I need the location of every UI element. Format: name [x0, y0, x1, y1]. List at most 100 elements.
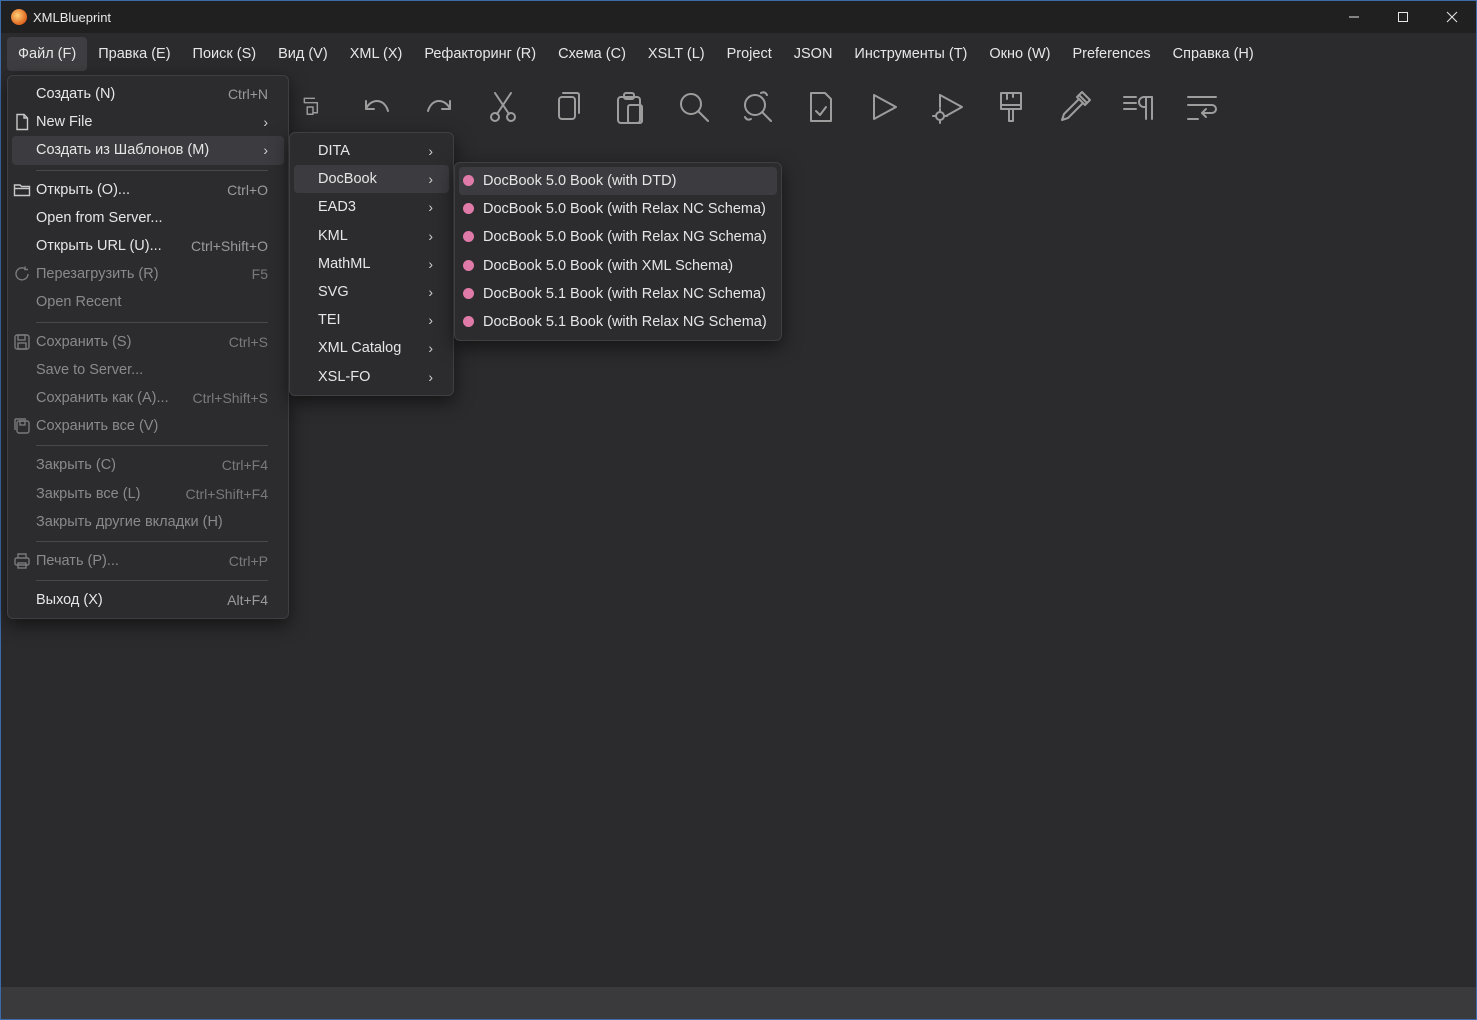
chevron-right-icon: ›: [428, 227, 433, 244]
wrap-icon[interactable]: [1170, 79, 1234, 135]
menu-item-label: Сохранить как (A)...: [36, 389, 169, 406]
chevron-right-icon: ›: [428, 284, 433, 301]
shortcut-label: Ctrl+F4: [221, 457, 268, 474]
run-icon[interactable]: [853, 79, 917, 135]
redo-icon[interactable]: [408, 79, 472, 135]
shortcut-label: Ctrl+S: [228, 333, 268, 350]
paste-icon[interactable]: [599, 79, 663, 135]
menu-item-label: DocBook: [318, 171, 377, 188]
docbook-template-item-3[interactable]: DocBook 5.0 Book (with XML Schema): [455, 252, 781, 280]
shortcut-label: Alt+F4: [227, 592, 268, 609]
menu-json[interactable]: JSON: [783, 37, 844, 71]
validate-icon[interactable]: [789, 79, 853, 135]
menu-окно-w[interactable]: Окно (W): [978, 37, 1061, 71]
cut-icon[interactable]: [472, 79, 536, 135]
menu-вид-v[interactable]: Вид (V): [267, 37, 339, 71]
replace-icon[interactable]: [726, 79, 790, 135]
menu-item-label: DocBook 5.0 Book (with XML Schema): [483, 257, 734, 274]
menu-item-label: DocBook 5.0 Book (with Relax NC Schema): [483, 201, 766, 218]
minimize-button[interactable]: [1329, 1, 1378, 33]
docbook-template-item-5[interactable]: DocBook 5.1 Book (with Relax NG Schema): [455, 308, 781, 336]
menu-файл-f[interactable]: Файл (F): [7, 37, 88, 71]
templates-submenu: DITA › DocBook › EAD3 › KML › MathML › SVG › TEI › XML…: [289, 132, 454, 396]
docbook-template-item-1[interactable]: DocBook 5.0 Book (with Relax NC Schema): [455, 195, 781, 223]
menu-item-label: DITA: [318, 143, 350, 160]
menu-item-label: Сохранить (S): [36, 333, 132, 350]
template-item-2[interactable]: EAD3 ›: [290, 193, 453, 221]
menu-схема-c[interactable]: Схема (C): [547, 37, 637, 71]
file-menu-item-19: Печать (P)... Ctrl+P: [8, 547, 288, 575]
menu-item-label: DocBook 5.1 Book (with Relax NC Schema): [483, 285, 766, 302]
undo-icon[interactable]: [345, 79, 409, 135]
window-title: XMLBlueprint: [33, 9, 112, 25]
file-menu-item-17: Закрыть другие вкладки (H): [8, 508, 288, 536]
template-item-8[interactable]: XSL-FO ›: [290, 363, 453, 391]
menu-рефакторинг-r[interactable]: Рефакторинг (R): [413, 37, 547, 71]
menu-item-label: Сохранить все (V): [36, 418, 159, 435]
file-menu-item-0[interactable]: Создать (N) Ctrl+N: [8, 80, 288, 108]
title-bar: XMLBlueprint: [1, 1, 1476, 33]
run-settings-icon[interactable]: [916, 79, 980, 135]
template-bullet-icon: [463, 203, 474, 215]
chevron-right-icon: ›: [263, 114, 268, 131]
save-icon: [13, 333, 31, 351]
menu-item-label: DocBook 5.1 Book (with Relax NG Schema): [483, 314, 767, 331]
template-item-4[interactable]: MathML ›: [290, 250, 453, 278]
close-button[interactable]: [1427, 1, 1476, 33]
menu-справка-h[interactable]: Справка (H): [1162, 37, 1265, 71]
menu-инструменты-t[interactable]: Инструменты (T): [843, 37, 978, 71]
format-icon[interactable]: [1107, 79, 1171, 135]
menu-item-label: New File: [36, 114, 93, 131]
docbook-template-item-2[interactable]: DocBook 5.0 Book (with Relax NG Schema): [455, 223, 781, 251]
chevron-right-icon: ›: [428, 312, 433, 329]
print-icon[interactable]: [281, 79, 345, 135]
menu-item-label: XSL-FO: [318, 368, 371, 385]
docbook-template-item-4[interactable]: DocBook 5.1 Book (with Relax NC Schema): [455, 280, 781, 308]
menu-item-label: Открыть URL (U)...: [36, 238, 162, 255]
copy-icon[interactable]: [535, 79, 599, 135]
status-bar: [1, 987, 1476, 1019]
shortcut-label: Ctrl+Shift+F4: [185, 485, 268, 502]
template-item-5[interactable]: SVG ›: [290, 278, 453, 306]
menu-project[interactable]: Project: [716, 37, 783, 71]
template-item-7[interactable]: XML Catalog ›: [290, 334, 453, 362]
template-bullet-icon: [463, 259, 474, 271]
file-menu-item-21[interactable]: Выход (X) Alt+F4: [8, 586, 288, 614]
file-menu-item-4[interactable]: Открыть (O)... Ctrl+O: [8, 176, 288, 204]
menu-item-label: Закрыть (C): [36, 457, 117, 474]
file-menu-item-6[interactable]: Открыть URL (U)... Ctrl+Shift+O: [8, 232, 288, 260]
maximize-button[interactable]: [1378, 1, 1427, 33]
menu-item-label: Печать (P)...: [36, 552, 119, 569]
chevron-right-icon: ›: [428, 143, 433, 160]
file-menu-item-1[interactable]: New File ›: [8, 108, 288, 136]
template-item-0[interactable]: DITA ›: [290, 137, 453, 165]
menu-item-label: DocBook 5.0 Book (with Relax NG Schema): [483, 229, 767, 246]
chevron-right-icon: ›: [428, 255, 433, 272]
menu-поиск-s[interactable]: Поиск (S): [182, 37, 268, 71]
menu-bar: Файл (F) Правка (E) Поиск (S) Вид (V) XML (X…: [1, 34, 1476, 74]
menu-preferences[interactable]: Preferences: [1061, 37, 1161, 71]
template-item-1[interactable]: DocBook ›: [294, 165, 449, 194]
template-item-6[interactable]: TEI ›: [290, 306, 453, 334]
menu-item-label: Open Recent: [36, 294, 122, 311]
shortcut-label: Ctrl+O: [227, 181, 268, 198]
eyedropper-icon[interactable]: [1043, 79, 1107, 135]
menu-item-label: KML: [318, 227, 348, 244]
menu-правка-e[interactable]: Правка (E): [87, 37, 181, 71]
menu-xslt-l[interactable]: XSLT (L): [637, 37, 716, 71]
file-menu-item-5[interactable]: Open from Server...: [8, 204, 288, 232]
brush-icon[interactable]: [980, 79, 1044, 135]
menu-xml-x[interactable]: XML (X): [339, 37, 414, 71]
docbook-template-item-0[interactable]: DocBook 5.0 Book (with DTD): [459, 167, 777, 196]
search-icon[interactable]: [662, 79, 726, 135]
new-file-icon: [13, 113, 31, 131]
menu-item-label: XML Catalog: [318, 340, 402, 357]
template-item-3[interactable]: KML ›: [290, 222, 453, 250]
template-bullet-icon: [463, 315, 474, 327]
template-bullet-icon: [463, 287, 474, 299]
file-menu-item-2[interactable]: Создать из Шаблонов (M) ›: [12, 136, 284, 165]
shortcut-label: Ctrl+N: [227, 86, 268, 103]
menu-item-label: DocBook 5.0 Book (with DTD): [483, 173, 677, 190]
shortcut-label: Ctrl+Shift+O: [190, 238, 268, 255]
chevron-right-icon: ›: [428, 199, 433, 216]
